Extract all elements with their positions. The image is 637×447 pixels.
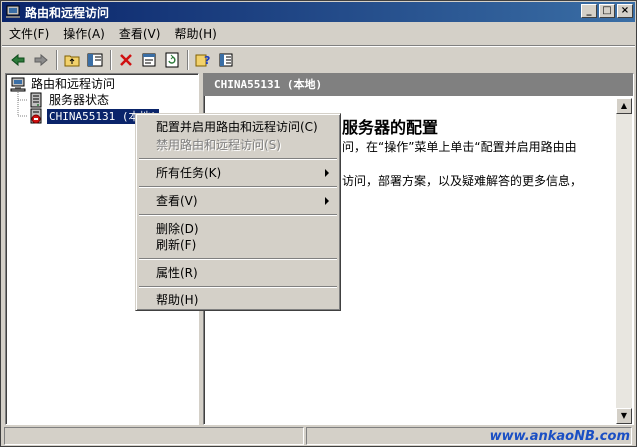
svg-text:?: ? <box>204 54 210 67</box>
toolbar-separator <box>187 49 189 70</box>
cm-configure-enable[interactable]: 配置并启用路由和远程访问(C) <box>139 118 337 136</box>
minimize-button[interactable]: _ <box>581 4 597 18</box>
toolbar-separator <box>110 49 112 70</box>
toolbar-separator <box>56 49 58 70</box>
submenu-arrow-icon <box>325 169 329 177</box>
export-list-icon[interactable] <box>215 49 237 71</box>
menu-bar: 文件(F) 操作(A) 查看(V) 帮助(H) <box>2 23 635 45</box>
menu-help[interactable]: 帮助(H) <box>167 24 223 44</box>
cm-disable: 禁用路由和远程访问(S) <box>156 138 281 152</box>
submenu-arrow-icon <box>325 197 329 205</box>
content-text-line: 问，在“操作”菜单上单击“配置并启用路由由 <box>342 140 577 154</box>
show-hide-tree-icon[interactable] <box>84 49 106 71</box>
menu-action[interactable]: 操作(A) <box>56 24 112 44</box>
content-text-line: 访问，部署方案，以及疑难解答的更多信息， <box>342 174 583 188</box>
cm-refresh[interactable]: 刷新(F) <box>139 236 337 254</box>
routing-computer-icon <box>10 76 26 92</box>
cm-properties[interactable]: 属性(R) <box>139 264 337 282</box>
cm-separator <box>139 158 337 160</box>
cm-view[interactable]: 查看(V) <box>139 192 337 210</box>
tree-root[interactable]: 路由和远程访问 <box>10 76 117 92</box>
window-title: 路由和远程访问 <box>25 5 110 20</box>
cm-all-tasks-label: 所有任务(K) <box>156 166 222 180</box>
app-icon <box>5 4 21 20</box>
back-arrow-icon[interactable] <box>7 49 29 71</box>
help-icon[interactable]: ? <box>192 49 214 71</box>
tree-root-label: 路由和远程访问 <box>31 76 116 91</box>
up-folder-icon[interactable] <box>61 49 83 71</box>
refresh-icon[interactable] <box>161 49 183 71</box>
scroll-down-button[interactable]: ▼ <box>616 408 632 424</box>
delete-icon[interactable] <box>115 49 137 71</box>
close-button[interactable]: × <box>617 4 633 18</box>
toolbar: ? <box>2 45 635 73</box>
menu-file[interactable]: 文件(F) <box>2 24 56 44</box>
scroll-up-button[interactable]: ▲ <box>616 98 632 114</box>
tree-item-label: 服务器状态 <box>49 92 110 107</box>
context-menu: 配置并启用路由和远程访问(C) 禁用路由和远程访问(S) 所有任务(K) 查看(… <box>135 113 341 311</box>
cm-view-label: 查看(V) <box>156 194 198 208</box>
details-header: CHINA55131 (本地) <box>204 74 633 96</box>
cm-separator <box>139 186 337 188</box>
app-window: 路由和远程访问 _ □ × 文件(F) 操作(A) 查看(V) 帮助(H) ? … <box>0 0 637 447</box>
title-bar[interactable]: 路由和远程访问 _ □ × <box>2 2 635 22</box>
cm-all-tasks[interactable]: 所有任务(K) <box>139 164 337 182</box>
cm-separator <box>139 258 337 260</box>
forward-arrow-icon[interactable] <box>30 49 52 71</box>
status-cell <box>4 427 304 445</box>
maximize-button[interactable]: □ <box>599 4 615 18</box>
server-stopped-icon <box>28 108 44 124</box>
vertical-scrollbar[interactable]: ▲ ▼ <box>616 98 632 424</box>
server-status-icon <box>28 92 44 108</box>
cm-separator <box>139 286 337 288</box>
cm-separator <box>139 214 337 216</box>
watermark: www.ankaoNB.com <box>489 429 630 444</box>
properties-icon[interactable] <box>138 49 160 71</box>
content-title: 服务器的配置 <box>342 118 439 137</box>
tree-item-server-status[interactable]: 服务器状态 <box>28 92 111 108</box>
cm-help[interactable]: 帮助(H) <box>139 291 337 309</box>
menu-view[interactable]: 查看(V) <box>112 24 168 44</box>
